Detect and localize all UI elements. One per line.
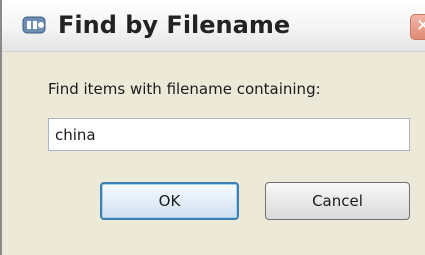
close-icon: ✕ bbox=[416, 16, 425, 36]
dialog-title: Find by Filename bbox=[58, 11, 291, 39]
filename-input[interactable] bbox=[48, 118, 410, 151]
find-by-filename-dialog: Find by Filename ✕ Find items with filen… bbox=[0, 0, 425, 255]
ok-button[interactable]: OK bbox=[100, 182, 239, 220]
app-icon bbox=[22, 14, 48, 36]
filename-prompt-label: Find items with filename containing: bbox=[48, 80, 321, 98]
title-bar[interactable]: Find by Filename ✕ bbox=[2, 0, 425, 52]
cancel-button[interactable]: Cancel bbox=[265, 182, 410, 220]
close-button[interactable]: ✕ bbox=[410, 14, 425, 40]
